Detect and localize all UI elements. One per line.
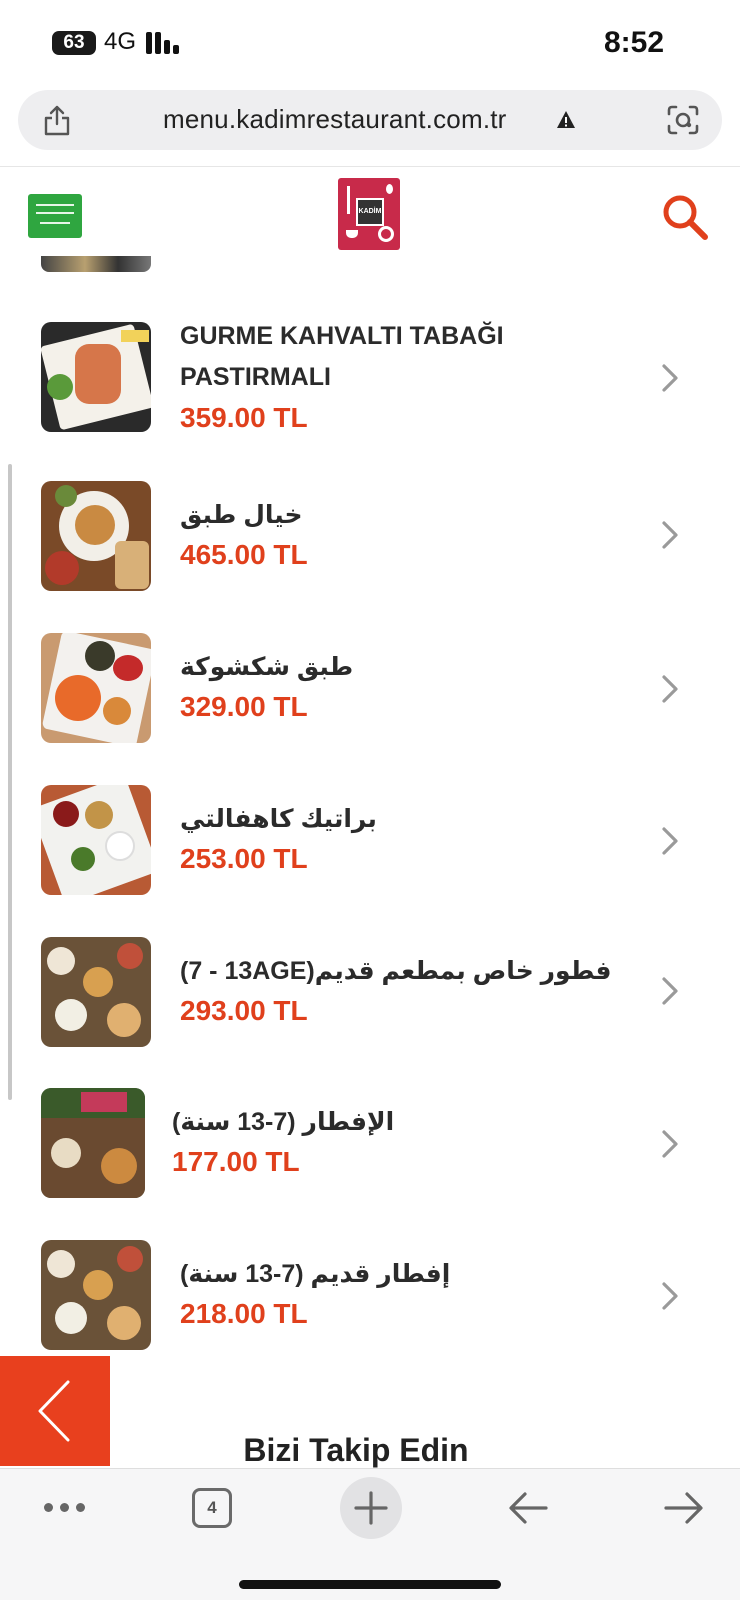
tabs-icon[interactable]: 4 bbox=[192, 1488, 232, 1528]
menu-item[interactable]: إفطار قديم (7-13 سنة) 218.00 TL bbox=[0, 1240, 740, 1370]
share-icon[interactable] bbox=[42, 104, 72, 136]
chevron-right-icon[interactable] bbox=[660, 362, 680, 394]
status-time: 8:52 bbox=[603, 26, 664, 59]
partial-item-image[interactable] bbox=[41, 256, 151, 272]
item-name: GURME KAHVALTI TABAĞI bbox=[180, 322, 504, 350]
battery-indicator: 63 bbox=[52, 31, 96, 55]
item-image bbox=[41, 322, 151, 432]
item-name: الإفطار (7-13 سنة) bbox=[172, 1108, 395, 1136]
item-price: 465.00 TL bbox=[180, 539, 308, 570]
item-image bbox=[41, 785, 151, 895]
item-image bbox=[41, 633, 151, 743]
item-price: 293.00 TL bbox=[180, 995, 308, 1026]
item-name-line2: PASTIRMALI bbox=[180, 363, 331, 391]
language-flag-button[interactable] bbox=[28, 194, 82, 238]
item-image bbox=[41, 937, 151, 1047]
url-text[interactable]: menu.kadimrestaurant.com.tr bbox=[163, 104, 507, 135]
item-price: 329.00 TL bbox=[180, 691, 308, 722]
menu-item[interactable]: (7 - 13AGE)فطور خاص بمطعم قديم 293.00 TL bbox=[0, 937, 740, 1067]
new-tab-button[interactable] bbox=[340, 1477, 402, 1539]
chevron-right-icon[interactable] bbox=[660, 1280, 680, 1312]
item-name: إفطار قديم (7-13 سنة) bbox=[180, 1260, 451, 1288]
address-bar[interactable]: menu.kadimrestaurant.com.tr bbox=[18, 90, 722, 150]
chevron-right-icon[interactable] bbox=[660, 519, 680, 551]
network-type: 4G bbox=[104, 28, 137, 55]
signal-icon bbox=[146, 32, 182, 54]
item-price: 359.00 TL bbox=[180, 402, 308, 433]
menu-item[interactable]: خيال طبق 465.00 TL bbox=[0, 481, 740, 611]
back-arrow-icon[interactable] bbox=[508, 1491, 548, 1525]
item-image bbox=[41, 481, 151, 591]
menu-item[interactable]: براتيك كاهفالتي 253.00 TL bbox=[0, 785, 740, 915]
status-bar: 63 4G 8:52 bbox=[0, 0, 740, 84]
chevron-right-icon[interactable] bbox=[660, 825, 680, 857]
item-image bbox=[41, 1240, 151, 1350]
home-indicator[interactable] bbox=[239, 1580, 501, 1589]
warning-icon bbox=[557, 111, 575, 128]
new-tab-icon bbox=[354, 1491, 388, 1525]
item-name: طبق شكشوكة bbox=[180, 653, 354, 681]
item-name: (7 - 13AGE)فطور خاص بمطعم قديم bbox=[180, 957, 612, 985]
item-name: خيال طبق bbox=[180, 501, 303, 529]
follow-us-heading: Bizi Takip Edin bbox=[243, 1432, 469, 1468]
item-name: براتيك كاهفالتي bbox=[180, 805, 377, 833]
forward-arrow-icon[interactable] bbox=[664, 1491, 704, 1525]
restaurant-logo[interactable]: KADİM bbox=[338, 178, 400, 250]
item-image bbox=[41, 1088, 145, 1198]
more-icon[interactable] bbox=[44, 1503, 88, 1515]
search-icon[interactable] bbox=[660, 192, 710, 242]
item-price: 218.00 TL bbox=[180, 1298, 308, 1329]
divider bbox=[0, 166, 740, 167]
chevron-right-icon[interactable] bbox=[660, 975, 680, 1007]
menu-item[interactable]: GURME KAHVALTI TABAĞI PASTIRMALI 359.00 … bbox=[0, 322, 740, 452]
menu-item[interactable]: الإفطار (7-13 سنة) 177.00 TL bbox=[0, 1088, 740, 1218]
visual-lookup-icon[interactable] bbox=[666, 104, 700, 136]
logo-text: KADİM bbox=[356, 198, 384, 226]
saudi-arabia-flag-icon bbox=[36, 204, 74, 214]
item-price: 253.00 TL bbox=[180, 843, 308, 874]
menu-item[interactable]: طبق شكشوكة 329.00 TL bbox=[0, 633, 740, 763]
chevron-right-icon[interactable] bbox=[660, 673, 680, 705]
item-price: 177.00 TL bbox=[172, 1146, 300, 1177]
chevron-right-icon[interactable] bbox=[660, 1128, 680, 1160]
